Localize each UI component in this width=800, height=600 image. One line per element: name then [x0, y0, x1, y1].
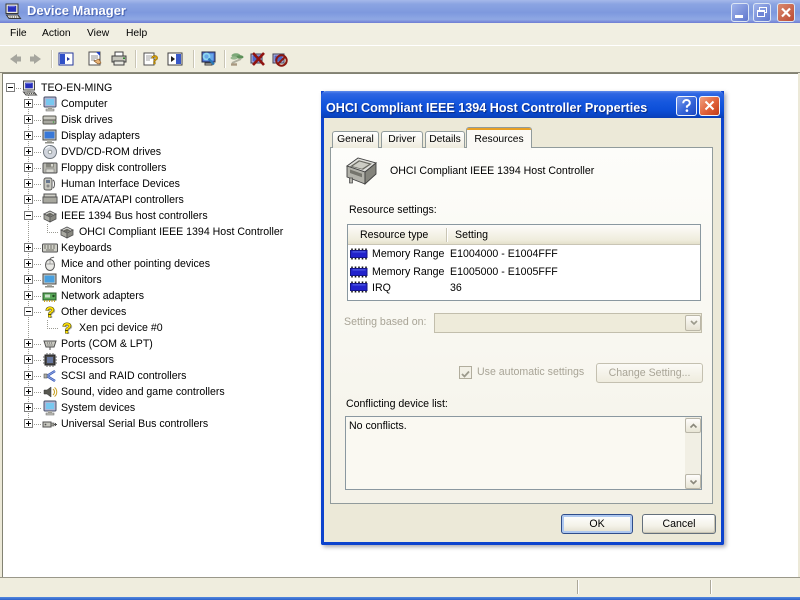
svg-text:?: ?: [151, 53, 158, 67]
svg-text:?: ?: [45, 304, 54, 320]
svg-text:?: ?: [62, 320, 71, 336]
